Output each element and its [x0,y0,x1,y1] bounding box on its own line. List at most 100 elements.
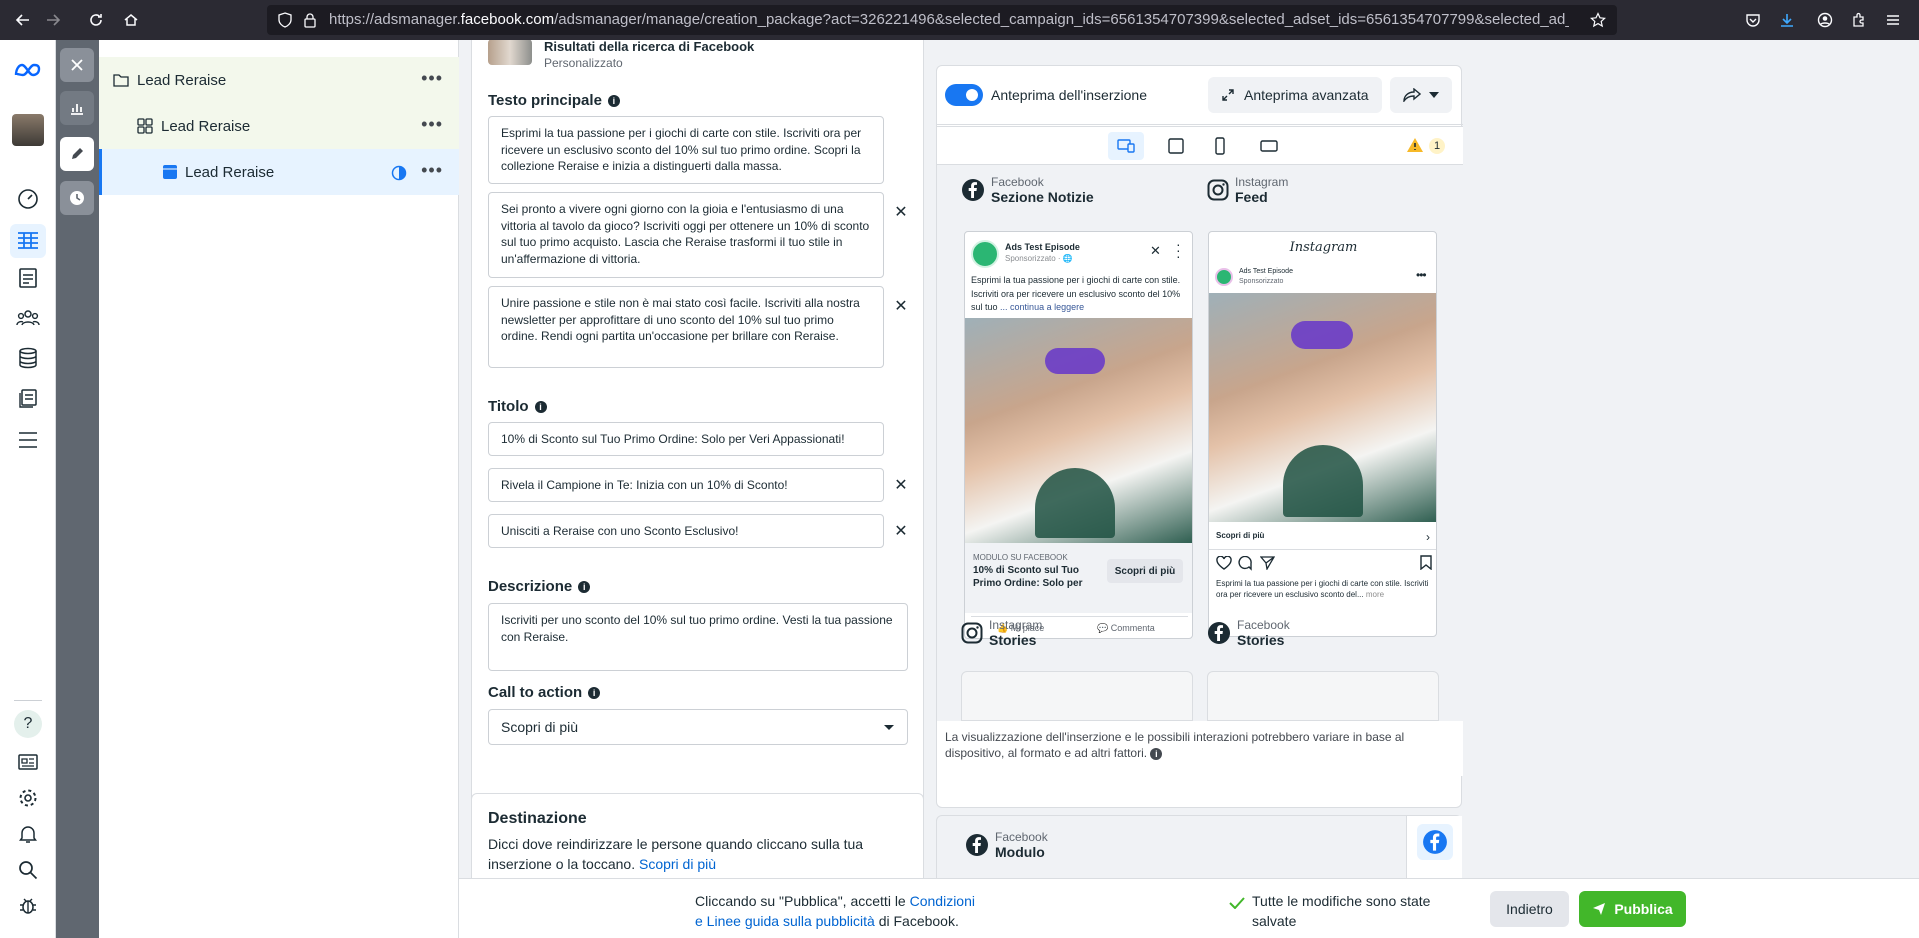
warning-icon[interactable] [1406,137,1424,153]
edit-pencil-icon[interactable] [60,137,94,171]
fb-cta-strip: MODULO SU FACEBOOK 10% di Sconto sul Tuo… [965,543,1192,613]
all-devices-icon[interactable] [1108,132,1144,160]
downloads-icon[interactable] [1777,10,1797,30]
placement-fb-stories: Facebook Stories [1207,618,1290,648]
comment-bubble-icon[interactable] [1238,556,1253,571]
description-field[interactable]: Iscriviti per uno sconto del 10% sul tuo… [488,603,908,671]
url-bar[interactable]: https://adsmanager.facebook.com/adsmanag… [267,5,1617,35]
advanced-preview-button[interactable]: Anteprima avanzata [1208,77,1382,113]
tree-row-adset[interactable]: Lead Reraise ••• [99,103,459,149]
primary-text-field-3[interactable]: Unire passione e stile non è mai stato c… [488,286,884,368]
close-icon[interactable]: ✕ [1150,243,1161,259]
settings-gear-icon[interactable] [14,784,42,812]
tree-row-ad[interactable]: Lead Reraise ••• [99,149,459,195]
desktop-square-icon[interactable] [1168,138,1184,154]
form-platform-switcher [1406,816,1462,878]
back-icon[interactable] [13,10,33,30]
publish-button[interactable]: Pubblica [1579,891,1686,927]
meta-logo-icon[interactable] [12,56,44,84]
help-icon[interactable]: ? [14,710,42,738]
expand-icon [1222,89,1234,101]
fb-ad-image [965,318,1192,543]
forward-icon[interactable] [43,10,63,30]
facebook-platform-icon[interactable] [1417,824,1453,860]
back-button[interactable]: Indietro [1490,891,1569,927]
info-icon[interactable]: i [588,686,601,699]
ads-manager-table-icon[interactable] [10,224,46,258]
all-tools-icon[interactable] [14,426,42,454]
account-icon[interactable] [1815,10,1835,30]
notifications-bell-icon[interactable] [14,820,42,848]
remove-title-3-close-icon[interactable]: ✕ [892,522,910,540]
mobile-portrait-icon[interactable] [1215,137,1225,155]
campaign-more-icon[interactable]: ••• [421,69,443,87]
reports-icon[interactable] [14,264,42,292]
preview-disclaimer: La visualizzazione dell'inserzione e le … [937,721,1463,776]
ig-feed-preview-card[interactable]: Instagram Ads Test Episode Sponsorizzato… [1208,231,1437,637]
ig-avatar [1215,268,1233,286]
preview-toggle[interactable] [945,84,983,106]
ig-sponsored-label: Sponsorizzato [1239,278,1284,285]
history-clock-icon[interactable] [60,181,94,215]
mobile-landscape-icon[interactable] [1260,140,1278,152]
home-icon[interactable] [121,10,141,30]
title-field-2[interactable]: Rivela il Campione in Te: Inizia con un … [488,468,884,502]
info-icon[interactable]: i [578,580,591,593]
fb-stories-preview-card[interactable] [1207,671,1439,721]
reload-icon[interactable] [86,10,106,30]
cta-select[interactable]: Scopri di più [488,709,908,745]
remove-title-2-close-icon[interactable]: ✕ [892,476,910,494]
title-field-1[interactable]: 10% di Sconto sul Tuo Primo Ordine: Solo… [488,422,884,456]
search-icon[interactable] [14,856,42,884]
tree-row-campaign[interactable]: Lead Reraise ••• [99,57,459,103]
fb-feed-preview-card[interactable]: Ads Test Episode Sponsorizzato · 🌐 ✕ · · ·… [964,231,1193,639]
remove-text-2-close-icon[interactable]: ✕ [892,203,910,221]
adset-more-icon[interactable]: ••• [421,115,443,133]
shield-icon[interactable] [277,12,293,28]
info-icon[interactable]: i [534,400,547,413]
primary-text-field-1[interactable]: Esprimi la tua passione per i giochi di … [488,116,884,184]
remove-text-3-close-icon[interactable]: ✕ [892,297,910,315]
half-circle-status-icon[interactable] [391,165,407,181]
info-icon[interactable]: i [607,94,620,107]
primary-text-field-2[interactable]: Sei pronto a vivere ogni giorno con la g… [488,192,884,278]
heart-icon[interactable] [1216,556,1232,570]
ig-caption: Esprimi la tua passione per i giochi di … [1216,579,1429,599]
menu-icon[interactable] [1883,10,1903,30]
lock-icon[interactable] [303,12,317,28]
ig-cta-row[interactable]: Scopri di più › [1209,522,1436,550]
destination-learn-more-link[interactable]: Scopri di più [639,856,716,872]
bug-report-icon[interactable] [14,892,42,920]
instagram-logo-icon [1207,179,1229,201]
audiences-icon[interactable] [14,304,42,332]
terms-text: Cliccando su "Pubblica", accetti le Cond… [695,893,975,929]
more-vertical-icon[interactable]: · · · [1176,237,1181,263]
share-plane-icon[interactable] [1260,556,1275,570]
dashboard-icon[interactable] [14,185,42,213]
ad-name: Lead Reraise [185,163,275,181]
bookmark-star-icon[interactable] [1590,12,1606,28]
close-editor-icon[interactable] [60,48,94,82]
pocket-icon[interactable] [1743,10,1763,30]
news-icon[interactable] [14,748,42,776]
destination-section: Destinazione Dicci dove reindirizzare le… [471,793,924,878]
catalog-icon[interactable] [14,344,42,372]
ig-stories-preview-card[interactable] [961,671,1193,721]
charts-icon[interactable] [60,91,94,125]
info-icon[interactable]: i [1150,748,1163,760]
placement-thumbnail [488,40,532,65]
fb-cta-button[interactable]: Scopri di più [1107,559,1183,583]
ad-more-icon[interactable]: ••• [421,161,443,179]
ig-more-icon[interactable]: ••• [1416,268,1427,282]
share-dropdown-button[interactable] [1390,77,1452,113]
fb-comment-button[interactable]: 💬 Commenta [1097,623,1155,634]
extensions-icon[interactable] [1849,10,1869,30]
url-text: https://adsmanager.facebook.com/adsmanag… [329,11,1569,28]
save-bookmark-icon[interactable] [1420,555,1432,570]
editor-tool-strip [56,40,99,938]
ad-creative-editor: Risultati della ricerca di Facebook Pers… [471,40,924,822]
billing-icon[interactable] [14,384,42,412]
campaign-name: Lead Reraise [137,71,227,89]
avatar[interactable] [12,114,44,146]
title-field-3[interactable]: Unisciti a Reraise con uno Sconto Esclus… [488,514,884,548]
